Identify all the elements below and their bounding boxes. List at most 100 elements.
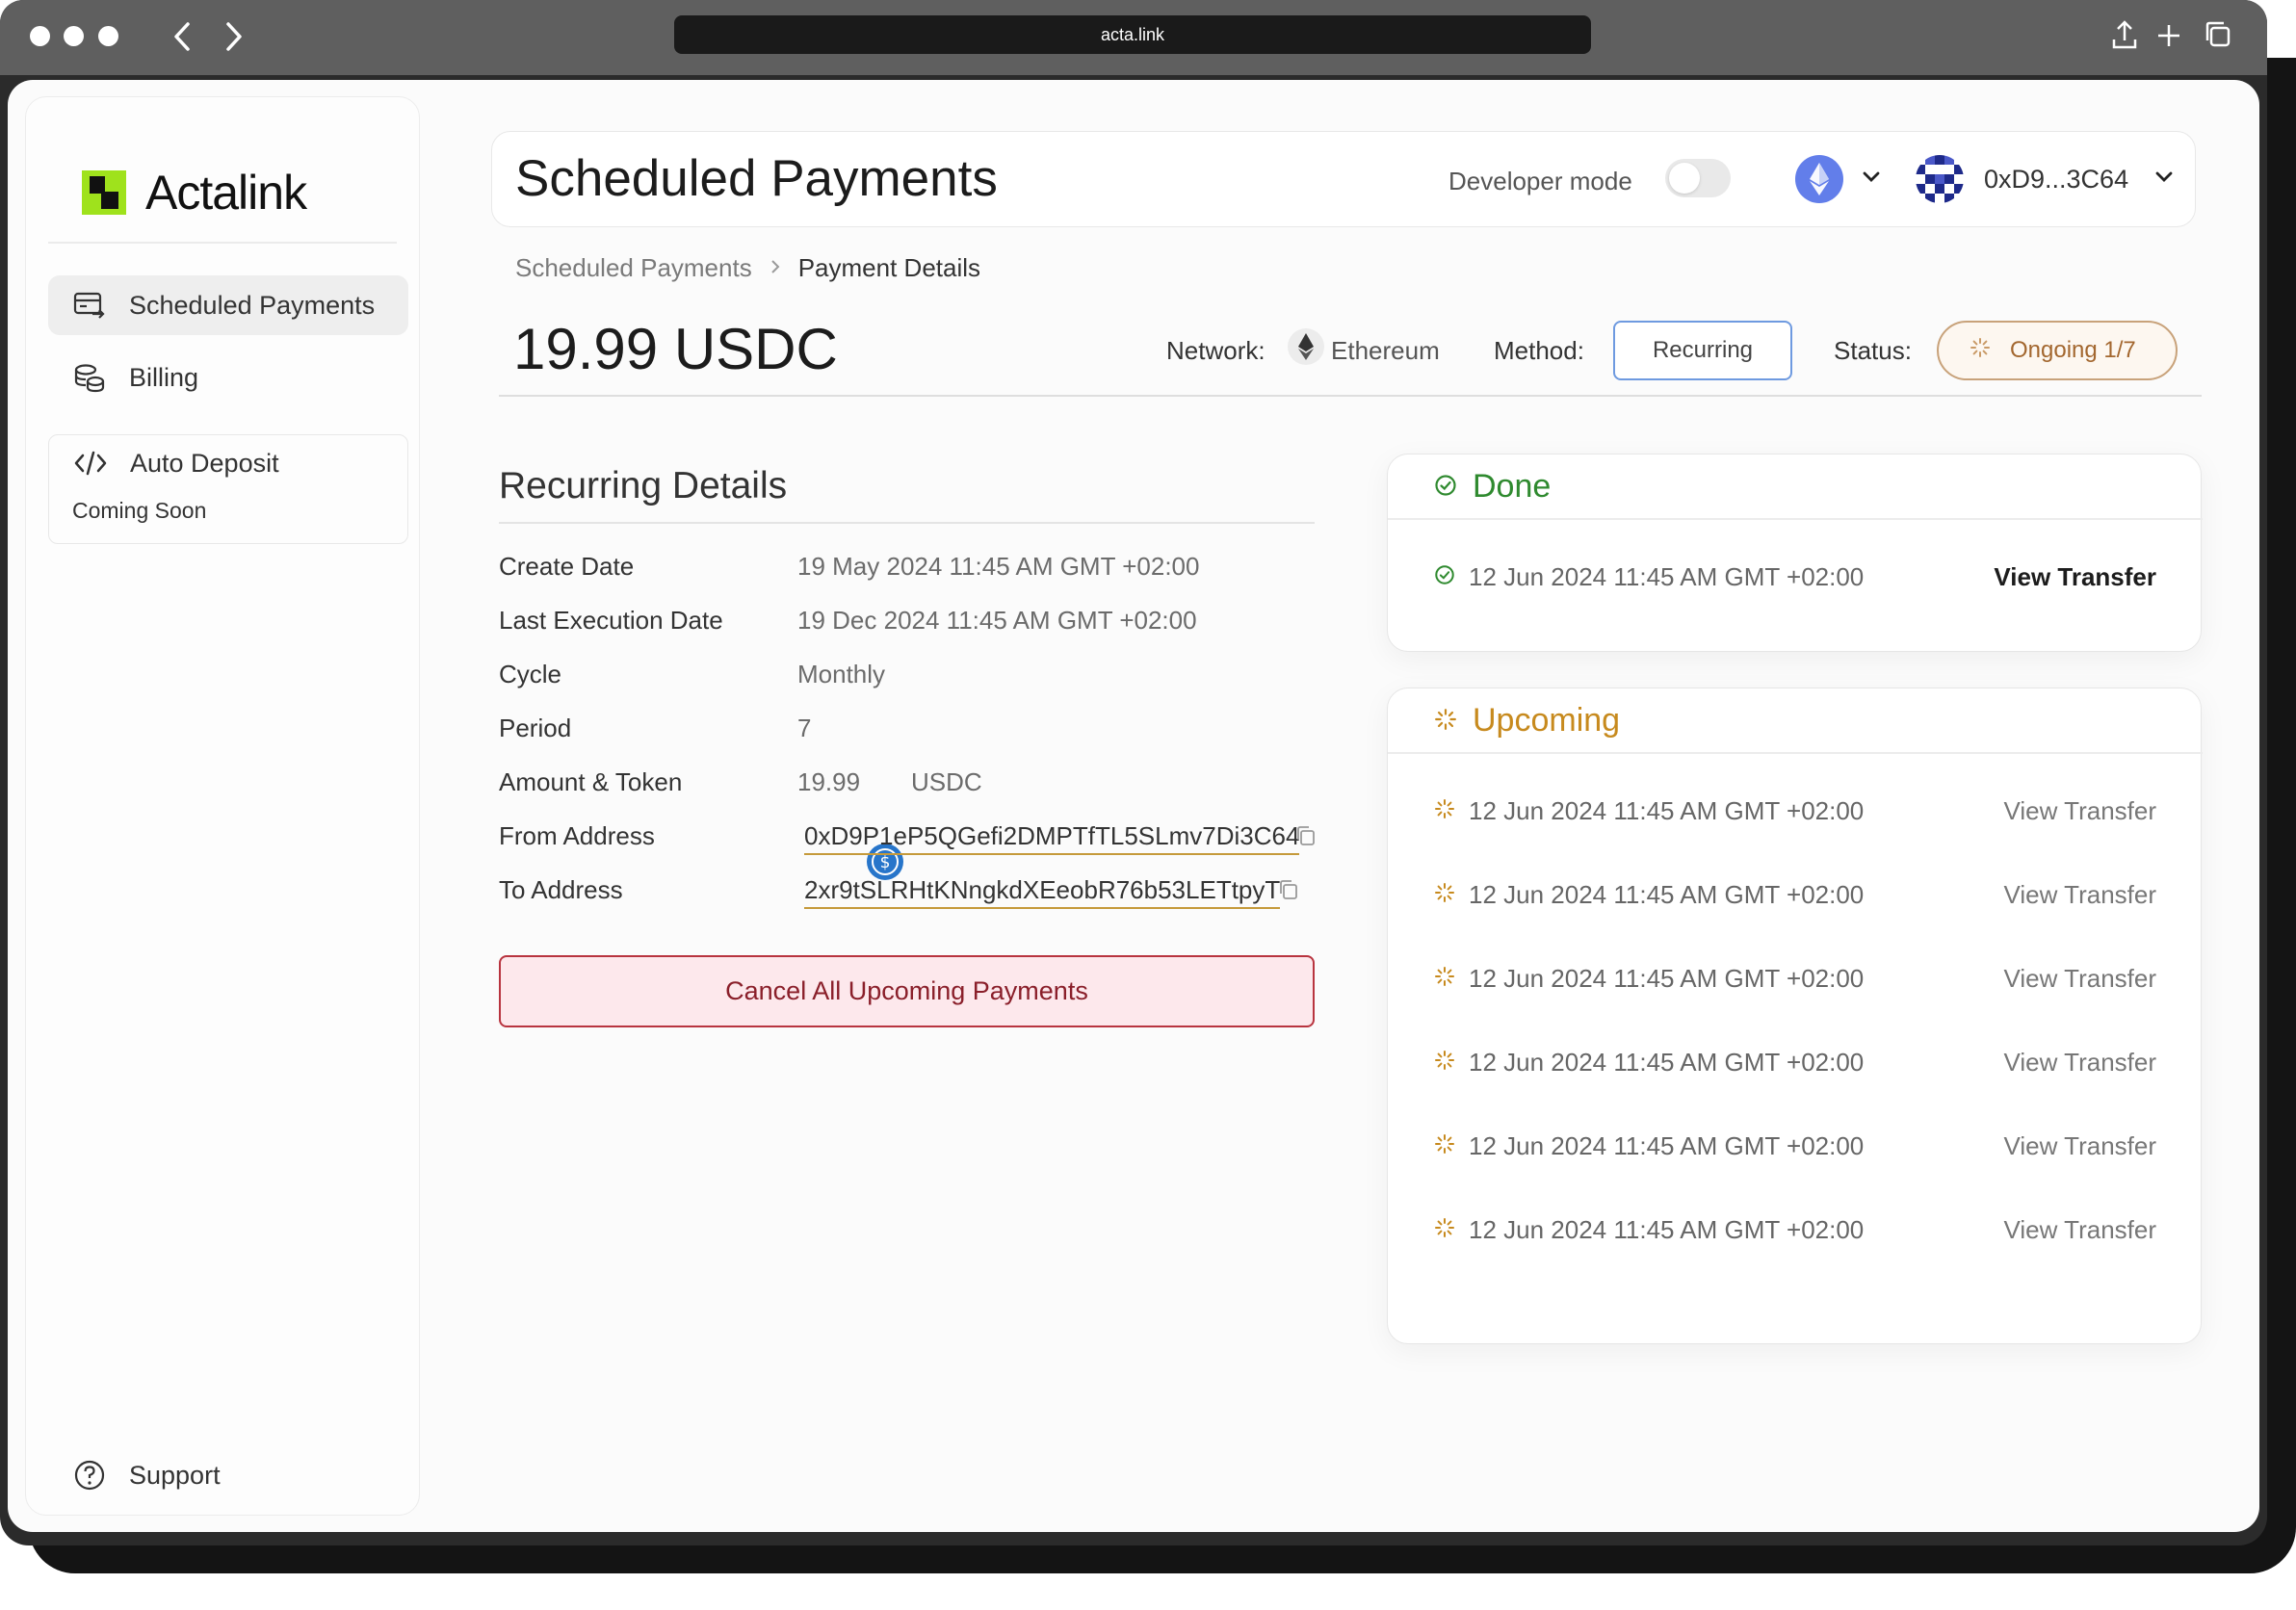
sidebar-item-billing[interactable]: Billing	[48, 348, 408, 407]
upcoming-row: 12 Jun 2024 11:45 AM GMT +02:00 View Tra…	[1434, 880, 2156, 910]
top-bar: Scheduled Payments Developer mode 0xD9..…	[491, 131, 2196, 227]
window-dot[interactable]	[98, 26, 118, 46]
page-title: Scheduled Payments	[515, 150, 998, 207]
transfer-date: 12 Jun 2024 11:45 AM GMT +02:00	[1469, 796, 1865, 825]
sidebar-item-auto-deposit-row[interactable]: Auto Deposit	[49, 433, 409, 493]
copy-icon[interactable]	[1295, 825, 1317, 846]
back-arrow-icon[interactable]	[171, 19, 193, 61]
card-transfer-icon	[73, 289, 106, 322]
check-circle-icon	[1434, 562, 1455, 592]
toggle-knob	[1669, 163, 1700, 194]
transfer-date: 12 Jun 2024 11:45 AM GMT +02:00	[1469, 880, 1865, 909]
coins-icon	[73, 361, 106, 394]
forward-arrow-icon[interactable]	[223, 19, 245, 61]
loader-icon	[1434, 964, 1455, 994]
period-label: Period	[499, 714, 572, 742]
developer-mode-toggle[interactable]	[1665, 159, 1731, 197]
breadcrumb-link[interactable]: Scheduled Payments	[515, 253, 752, 283]
breadcrumb-current: Payment Details	[797, 253, 981, 282]
transfer-date: 12 Jun 2024 11:45 AM GMT +02:00	[1469, 1048, 1865, 1077]
cycle-label: Cycle	[499, 660, 562, 688]
loader-icon	[1970, 337, 1991, 365]
done-row: 12 Jun 2024 11:45 AM GMT +02:00 View Tra…	[1434, 562, 2156, 592]
coming-soon-note: Coming Soon	[72, 498, 207, 523]
cancel-all-upcoming-payments-button[interactable]: Cancel All Upcoming Payments	[499, 955, 1315, 1027]
status-label: Status:	[1834, 336, 1912, 365]
wallet-address[interactable]: 0xD9...3C64	[1984, 165, 2128, 195]
window-dot[interactable]	[30, 26, 50, 46]
transfer-date: 12 Jun 2024 11:45 AM GMT +02:00	[1469, 964, 1865, 993]
view-transfer-link[interactable]: View Transfer	[2004, 880, 2156, 910]
tabs-overview-icon[interactable]	[2204, 19, 2232, 59]
sidebar-item-label: Scheduled Payments	[129, 290, 376, 320]
divider	[499, 395, 2202, 397]
payment-amount: 19.99 USDC	[513, 317, 838, 381]
create-date-label: Create Date	[499, 552, 635, 581]
view-transfer-link[interactable]: View Transfer	[2004, 796, 2156, 826]
browser-titlebar: acta.link	[0, 0, 2267, 75]
upcoming-row: 12 Jun 2024 11:45 AM GMT +02:00 View Tra…	[1434, 1048, 2156, 1078]
sidebar-item-auto-deposit[interactable]: Auto Deposit Coming Soon	[48, 434, 408, 544]
method-label: Method:	[1494, 336, 1584, 365]
view-transfer-link[interactable]: View Transfer	[1994, 562, 2156, 592]
divider	[1388, 752, 2203, 754]
sidebar-item-scheduled-payments[interactable]: Scheduled Payments	[48, 275, 408, 335]
to-address-link[interactable]: 2xr9tSLRHtKNngkdXEeobR76b53LETtpyT	[804, 875, 1281, 909]
brand-name: Actalink	[145, 166, 307, 220]
upcoming-header: Upcoming	[1434, 702, 1620, 740]
network-value: Ethereum	[1331, 336, 1440, 365]
from-address-label: From Address	[499, 821, 655, 850]
chevron-down-icon[interactable]	[2154, 165, 2174, 190]
upcoming-row: 12 Jun 2024 11:45 AM GMT +02:00 View Tra…	[1434, 1215, 2156, 1245]
view-transfer-link[interactable]: View Transfer	[2004, 964, 2156, 994]
help-circle-icon	[73, 1459, 106, 1492]
upcoming-card: Upcoming 12 Jun 2024 11:45 AM GMT +02:00…	[1387, 688, 2203, 1344]
upcoming-title: Upcoming	[1473, 702, 1621, 739]
copy-icon[interactable]	[1278, 879, 1299, 900]
loader-icon	[1434, 880, 1455, 910]
from-address-link[interactable]: 0xD9P1eP5QGefi2DMPTfTL5SLmv7Di3C64	[804, 821, 1300, 855]
transfer-date: 12 Jun 2024 11:45 AM GMT +02:00	[1469, 1215, 1865, 1244]
recurring-details-title: Recurring Details	[499, 465, 788, 506]
loader-icon	[1434, 1048, 1455, 1078]
upcoming-row: 12 Jun 2024 11:45 AM GMT +02:00 View Tra…	[1434, 796, 2156, 826]
sidebar-item-support[interactable]: Support	[48, 1445, 408, 1505]
chevron-down-icon[interactable]	[1862, 165, 1881, 190]
app-screen: Actalink Scheduled Payments Billing Auto…	[8, 80, 2259, 1532]
avatar[interactable]	[1916, 155, 1964, 203]
amount-token-label: Amount & Token	[499, 767, 683, 796]
view-transfer-link[interactable]: View Transfer	[2004, 1048, 2156, 1078]
developer-mode-label: Developer mode	[1448, 167, 1632, 195]
actalink-logo-icon	[82, 170, 126, 215]
period-value: 7	[797, 714, 812, 742]
done-title: Done	[1473, 468, 1552, 505]
loader-icon	[1434, 796, 1455, 826]
network-selector[interactable]	[1795, 155, 1843, 203]
done-header: Done	[1434, 468, 1551, 506]
divider	[48, 242, 397, 244]
transfer-date: 12 Jun 2024 11:45 AM GMT +02:00	[1469, 1131, 1865, 1160]
share-icon[interactable]	[2111, 19, 2138, 59]
done-card: Done 12 Jun 2024 11:45 AM GMT +02:00 Vie…	[1387, 454, 2203, 652]
sidebar: Actalink Scheduled Payments Billing Auto…	[25, 96, 420, 1516]
cycle-value: Monthly	[797, 660, 886, 688]
new-tab-icon[interactable]	[2155, 19, 2182, 59]
sidebar-item-label: Support	[129, 1460, 221, 1490]
token-value: USDC	[911, 767, 982, 796]
loader-icon	[1434, 1215, 1455, 1245]
network-label: Network:	[1166, 336, 1265, 365]
breadcrumb: Scheduled Payments Payment Details	[515, 253, 980, 283]
create-date-value: 19 May 2024 11:45 AM GMT +02:00	[797, 552, 1200, 581]
chevron-right-icon	[770, 255, 781, 282]
upcoming-row: 12 Jun 2024 11:45 AM GMT +02:00 View Tra…	[1434, 1131, 2156, 1161]
view-transfer-link[interactable]: View Transfer	[2004, 1131, 2156, 1161]
window-dot[interactable]	[64, 26, 84, 46]
method-badge: Recurring	[1613, 321, 1792, 380]
brand-logo[interactable]: Actalink	[82, 165, 307, 221]
ethereum-icon	[1810, 163, 1829, 195]
view-transfer-link[interactable]: View Transfer	[2004, 1215, 2156, 1245]
last-execution-date-label: Last Execution Date	[499, 606, 723, 635]
url-bar[interactable]: acta.link	[674, 15, 1591, 54]
loader-icon	[1434, 702, 1457, 740]
sidebar-item-label: Auto Deposit	[130, 448, 279, 478]
